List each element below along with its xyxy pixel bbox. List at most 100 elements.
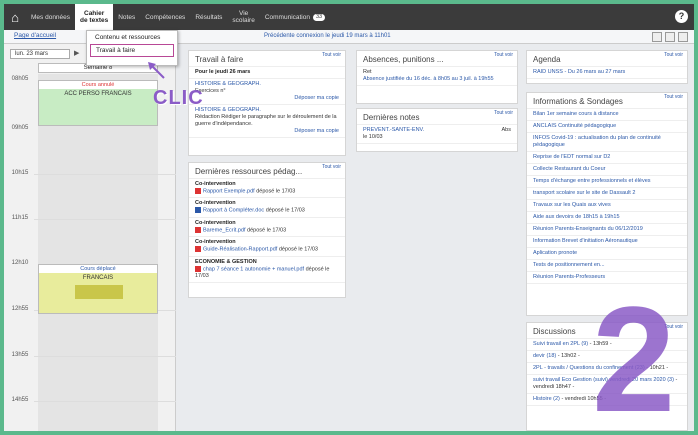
tout-voir-link[interactable]: Tout voir	[664, 95, 683, 100]
absence-text: Absence justifiée du 16 déc. à 8h05 au 3…	[363, 76, 494, 82]
info-item[interactable]: ANCLAIS Continuité pédagogique	[527, 121, 687, 133]
travail-subject: HISTOIRE & GEOGRAPH.	[195, 81, 261, 87]
discussion-title: Suivi travail en 2PL (9)	[533, 341, 589, 347]
menu-contenu-ressources[interactable]: Contenu et ressources	[87, 31, 177, 44]
hour-label: 13h55	[11, 352, 29, 358]
agenda-event[interactable]: RAID UNSS - Du 26 mars au 27 mars	[527, 67, 687, 79]
info-item[interactable]: Temps d'échange entre professionnels et …	[527, 176, 687, 188]
ressource-item[interactable]: Co-intervention Guide-Réalisation-Rappor…	[189, 237, 345, 257]
ressource-date: déposé le 17/03	[265, 207, 305, 214]
ressource-file[interactable]: Rapport à Compléter.doc	[203, 208, 264, 214]
course-highlight	[75, 285, 123, 299]
nav-communication[interactable]: Communication 33	[260, 4, 330, 30]
info-item[interactable]: INFOS Covid-19 : actualisation du plan d…	[527, 133, 687, 152]
deposer-copie-link[interactable]: Déposer ma copie	[195, 95, 339, 102]
help-icon[interactable]: ?	[675, 10, 688, 23]
ressource-item[interactable]: ECONOMIE & GESTION chap 7 séance 1 auton…	[189, 257, 345, 284]
communication-badge: 33	[313, 13, 326, 21]
panel-title: Informations & Sondages	[527, 93, 687, 109]
hour-divider	[34, 401, 176, 402]
info-item[interactable]: Aide aux devoirs de 18h15 à 19h15	[527, 212, 687, 224]
pdf-icon	[195, 246, 201, 253]
panel-title: Absences, punitions ...	[357, 51, 517, 67]
ressource-file[interactable]: Bareme_Ecrit.pdf	[203, 227, 246, 233]
export-icon[interactable]	[665, 32, 675, 42]
tout-voir-link[interactable]: Tout voir	[322, 165, 341, 170]
ressource-subject: Co-intervention	[195, 200, 236, 207]
course-name: ACC PERSO FRANCAIS	[64, 91, 132, 97]
hour-label: 10h15	[11, 170, 29, 176]
tout-voir-link[interactable]: Tout voir	[664, 53, 683, 58]
nav-vie-scolaire[interactable]: Vie scolaire	[227, 4, 259, 30]
hour-divider	[34, 174, 176, 175]
ressource-item[interactable]: Co-intervention Rapport Exemple.pdf dépo…	[189, 179, 345, 199]
ressource-file[interactable]: Rapport Exemple.pdf	[203, 188, 255, 194]
toolbar-icons	[652, 32, 688, 42]
tout-voir-link[interactable]: Tout voir	[322, 53, 341, 58]
travail-text: Exercices n°	[195, 88, 226, 94]
tout-voir-link[interactable]: Tout voir	[494, 53, 513, 58]
pdf-icon	[195, 265, 201, 272]
course-moved[interactable]: Cours déplacé FRANCAIS	[38, 264, 158, 314]
ressource-date: déposé le 17/03	[247, 227, 287, 234]
nav-resultats[interactable]: Résultats	[190, 4, 227, 30]
annotation-step-number: 2	[592, 275, 676, 431]
note-date: le 10/03	[363, 134, 383, 140]
info-item[interactable]: Aplication pronote	[527, 248, 687, 260]
nav-mes-donnees[interactable]: Mes données	[26, 4, 75, 30]
info-item[interactable]: Reprise de l'EDT normal sur D2	[527, 152, 687, 164]
settings-icon[interactable]	[678, 32, 688, 42]
deposer-copie-link[interactable]: Déposer ma copie	[195, 128, 339, 135]
hour-label: 11h15	[11, 215, 29, 221]
hour-label: 08h05	[11, 76, 29, 82]
print-icon[interactable]	[652, 32, 662, 42]
home-icon[interactable]: ⌂	[4, 4, 26, 30]
notes-panel: Dernières notes Tout voir PREVENT.-SANTE…	[356, 108, 518, 152]
info-item[interactable]: Bilan 1er semaine cours à distance	[527, 109, 687, 121]
travail-item[interactable]: HISTOIRE & GEOGRAPH. Exercices n° Dépose…	[189, 79, 345, 105]
pdf-icon	[195, 226, 201, 233]
pdf-icon	[195, 188, 201, 194]
info-item[interactable]: transport scolaire sur le site de Dassau…	[527, 188, 687, 200]
course-status: Cours déplacé	[39, 265, 157, 273]
tab-page-accueil[interactable]: Page d'accueil	[14, 32, 56, 39]
note-item[interactable]: PREVENT.-SANTE-ENV. le 10/03 Abs	[357, 125, 517, 144]
nav-competences[interactable]: Compétences	[140, 4, 190, 30]
discussion-meta: - 13h02 -	[557, 353, 580, 359]
ressource-subject: Co-intervention	[195, 181, 236, 187]
hour-label: 12h55	[11, 306, 29, 312]
info-item[interactable]: Information Brevet d'initiation Aéronaut…	[527, 236, 687, 248]
ressource-file[interactable]: Guide-Réalisation-Rapport.pdf	[203, 247, 277, 253]
menu-travail-a-faire[interactable]: Travail à faire	[90, 44, 174, 57]
ressource-subject: Co-intervention	[195, 239, 236, 246]
date-selector[interactable]: lun. 23 mars	[10, 49, 70, 59]
info-item[interactable]: Réunion Parents-Enseignants du 06/12/201…	[527, 224, 687, 236]
course-cancelled[interactable]: Cours annulé ACC PERSO FRANCAIS	[38, 80, 158, 126]
panel-title: Agenda	[527, 51, 687, 67]
hour-divider	[34, 356, 176, 357]
nav-communication-label: Communication	[264, 13, 310, 21]
ressource-item[interactable]: Co-intervention Bareme_Ecrit.pdf déposé …	[189, 218, 345, 238]
travail-text: Rédaction Rédiger le paragraphe sur le d…	[195, 114, 337, 127]
info-item[interactable]: Tests de positionnement en...	[527, 260, 687, 272]
info-item[interactable]: Collecte Restaurant du Coeur	[527, 164, 687, 176]
info-item[interactable]: Travaux sur les Quais aux vives	[527, 200, 687, 212]
travail-panel: Travail à faire Tout voir Pour le jeudi …	[188, 50, 346, 156]
course-status: Cours annulé	[39, 81, 157, 89]
ressource-date: déposé le 17/03	[256, 188, 296, 195]
nav-cahier-de-textes[interactable]: Cahier de textes	[75, 4, 114, 30]
next-day-icon[interactable]: ▶	[74, 49, 79, 57]
ressource-file[interactable]: chap 7 séance 1 autonomie + manuel.pdf	[203, 266, 304, 272]
tout-voir-link[interactable]: Tout voir	[494, 111, 513, 116]
nav-notes[interactable]: Notes	[113, 4, 140, 30]
course-name: FRANCAIS	[82, 275, 114, 281]
ressource-item[interactable]: Co-intervention Rapport à Compléter.doc …	[189, 198, 345, 218]
travail-item[interactable]: HISTOIRE & GEOGRAPH. Rédaction Rédiger l…	[189, 105, 345, 138]
top-navigation: ⌂ Mes données Cahier de textes Notes Com…	[4, 4, 694, 30]
last-connection-text: Précédente connexion le jeudi 19 mars à …	[264, 33, 391, 39]
travail-subject: HISTOIRE & GEOGRAPH.	[195, 107, 261, 113]
absence-item[interactable]: Ret Absence justifiée du 16 déc. à 8h05 …	[357, 67, 517, 86]
hour-label: 12h10	[11, 260, 29, 266]
discussion-title: devir (18)	[533, 353, 557, 359]
travail-date: Pour le jeudi 26 mars	[189, 67, 345, 79]
